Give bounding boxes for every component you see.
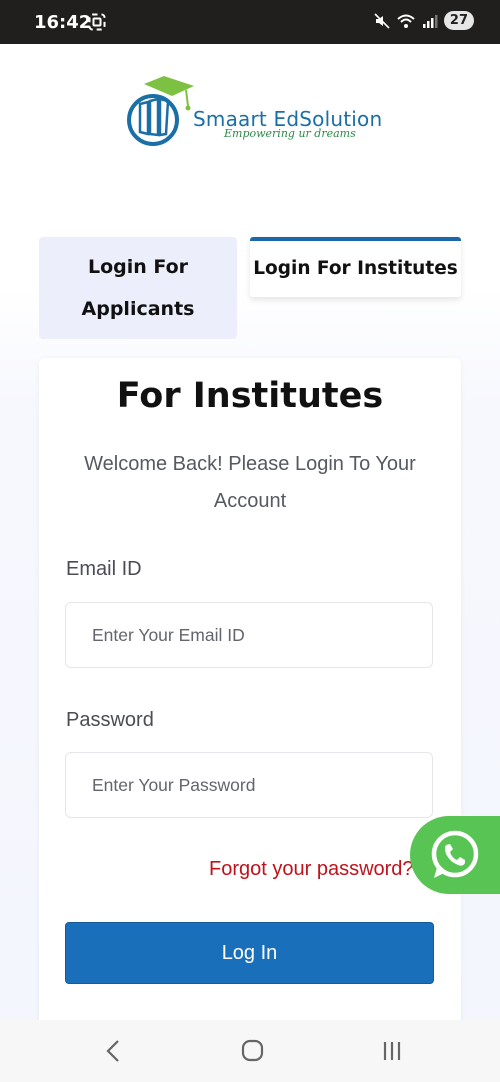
- tab-login-institutes[interactable]: Login For Institutes: [250, 237, 461, 297]
- forgot-password-link[interactable]: Forgot your password?: [209, 858, 414, 881]
- tab-label: Login For Institutes: [253, 257, 458, 279]
- tab-label: Login For Applicants: [81, 256, 195, 320]
- whatsapp-icon: [431, 830, 479, 878]
- screen-record-icon: [88, 13, 106, 31]
- back-icon[interactable]: [93, 1036, 133, 1066]
- form-subtitle: Welcome Back! Please Login To Your Accou…: [84, 453, 416, 512]
- wifi-icon: [397, 14, 415, 28]
- password-field[interactable]: [65, 752, 433, 818]
- login-button[interactable]: Log In: [65, 922, 434, 984]
- form-title: For Institutes: [116, 376, 384, 416]
- tab-login-applicants[interactable]: Login For Applicants: [39, 237, 237, 339]
- login-card: For Institutes Welcome Back! Please Logi…: [39, 358, 461, 1020]
- system-nav-bar: [0, 1020, 500, 1082]
- status-time: 16:42: [34, 12, 92, 33]
- password-label: Password: [66, 709, 154, 731]
- email-label: Email ID: [66, 558, 142, 580]
- login-page: Smaart EdSolution Empowering ur dreams L…: [0, 44, 500, 1020]
- status-icons: 27: [374, 11, 474, 30]
- signal-icon: [422, 14, 438, 28]
- mute-icon: [374, 12, 390, 29]
- logo-emblem-icon: [127, 76, 194, 146]
- status-bar: 16:42 27: [0, 0, 500, 44]
- battery-badge: 27: [443, 11, 474, 30]
- whatsapp-button[interactable]: [410, 816, 500, 894]
- brand-tagline: Empowering ur dreams: [224, 127, 356, 140]
- email-field[interactable]: [65, 602, 433, 668]
- home-icon[interactable]: [232, 1036, 272, 1066]
- recents-icon[interactable]: [372, 1036, 412, 1066]
- brand-logo: Smaart EdSolution Empowering ur dreams: [126, 74, 382, 150]
